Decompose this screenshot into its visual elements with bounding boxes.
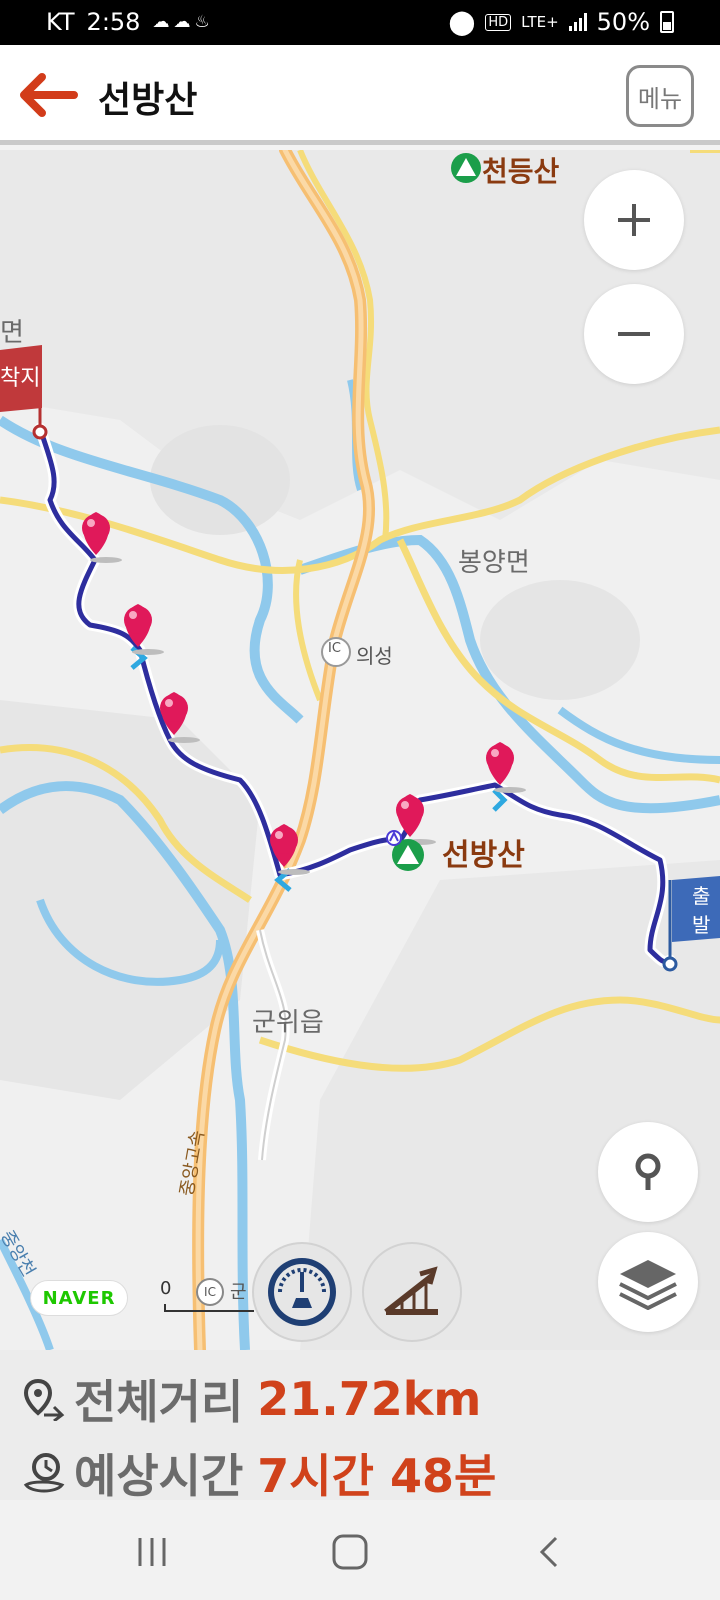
- status-bar: KT 2:58 ☁☁♨ ⬤ HD LTE+ 50%: [0, 0, 720, 45]
- zoom-in-button[interactable]: [584, 170, 684, 270]
- notification-icons: ☁☁♨: [152, 12, 214, 32]
- mountain-peak-icon[interactable]: [451, 153, 481, 183]
- layers-icon: [619, 1260, 677, 1310]
- map-scale-bar: 0 IC 군: [160, 1278, 258, 1312]
- map-view[interactable]: 천등산 면 착지 봉양면 IC 의성 선방산 출발 군위읍 중앙고속 중앙천 N…: [0, 150, 720, 1350]
- signal-icon: [568, 13, 587, 31]
- scale-ic-icon: IC: [196, 1278, 224, 1306]
- departure-flag-label: 출발: [692, 884, 711, 937]
- zoom-out-button[interactable]: [584, 284, 684, 384]
- system-nav-bar: [0, 1500, 720, 1600]
- map-layers-button[interactable]: [598, 1232, 698, 1332]
- time-value: 7시간 48분: [257, 1449, 497, 1503]
- home-button[interactable]: [320, 1530, 380, 1574]
- route-info-panel: 전체거리 21.72km 예상시간 7시간 48분: [0, 1350, 720, 1503]
- minus-icon: [618, 332, 650, 336]
- speedometer-button[interactable]: [252, 1242, 352, 1342]
- lte-indicator: LTE+: [521, 13, 559, 31]
- battery-level: 50%: [596, 8, 650, 36]
- peak-label-seonbangsan[interactable]: 선방산: [442, 830, 525, 874]
- elevation-icon: [384, 1266, 438, 1315]
- hd-badge: HD: [485, 13, 512, 31]
- time-label: 예상시간: [74, 1449, 244, 1503]
- recent-apps-icon: [138, 1538, 166, 1566]
- time-row: 예상시간 7시간 48분: [22, 1440, 496, 1506]
- battery-icon: [660, 11, 674, 33]
- arrival-flag-label: 착지: [0, 366, 41, 391]
- scale-zero-label: 0: [160, 1278, 172, 1299]
- back-button[interactable]: [14, 67, 80, 123]
- route-distance-icon: [23, 1378, 65, 1421]
- place-label-bongyang: 봉양면: [458, 548, 530, 578]
- place-label-myeon: 면: [0, 318, 24, 348]
- peak-label-cheondeungsan[interactable]: 천등산: [482, 150, 559, 190]
- page-title: 선방산: [98, 80, 198, 121]
- ic-badge-label: IC: [328, 641, 341, 656]
- distance-label: 전체거리: [74, 1375, 244, 1429]
- scale-town-label: 군: [230, 1282, 247, 1303]
- location-icon: ⬤: [448, 8, 476, 36]
- back-arrow-icon: [20, 73, 78, 117]
- distance-value: 21.72km: [257, 1372, 482, 1426]
- distance-row: 전체거리 21.72km: [22, 1366, 481, 1432]
- estimated-time-icon: [23, 1453, 65, 1493]
- speedometer-icon: [268, 1258, 336, 1326]
- back-nav-button[interactable]: [520, 1530, 580, 1574]
- carrier: KT: [46, 8, 75, 36]
- naver-logo: NAVER: [30, 1280, 128, 1316]
- elevation-profile-button[interactable]: [362, 1242, 462, 1342]
- menu-button[interactable]: 메뉴: [626, 65, 694, 127]
- recent-apps-button[interactable]: [122, 1530, 182, 1574]
- location-pin-icon: [635, 1153, 661, 1190]
- clock: 2:58: [86, 8, 141, 36]
- back-chevron-icon: [539, 1536, 558, 1568]
- place-label-gunwi: 군위읍: [252, 1008, 324, 1038]
- app-header: 선방산 메뉴: [0, 45, 720, 145]
- my-location-button[interactable]: [598, 1122, 698, 1222]
- place-label-uiseong: 의성: [356, 644, 393, 668]
- plus-icon: [618, 204, 650, 236]
- home-icon: [332, 1534, 368, 1570]
